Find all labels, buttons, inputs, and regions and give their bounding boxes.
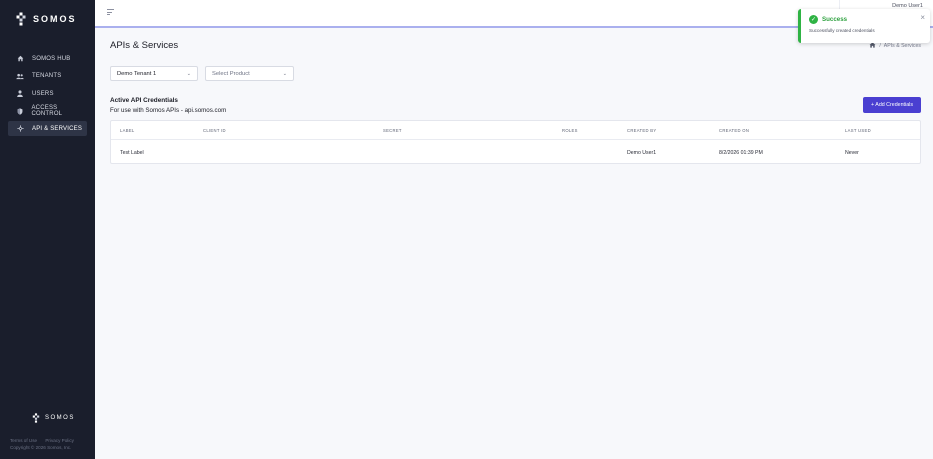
breadcrumb-separator: /	[879, 43, 881, 49]
sidebar-item-access-control[interactable]: ACCESS CONTROL	[8, 104, 87, 119]
sidebar-item-label: TENANTS	[32, 73, 62, 80]
close-icon[interactable]: ×	[920, 13, 925, 22]
brand-name: SOMOS	[33, 14, 77, 24]
sidebar-item-somos-hub[interactable]: SOMOS HUB	[8, 51, 87, 66]
sidebar-item-label: ACCESS CONTROL	[31, 105, 63, 118]
product-select[interactable]: Select Product ⌄	[205, 66, 294, 81]
terms-link[interactable]: Terms of Use	[10, 438, 37, 443]
user-icon	[15, 90, 25, 98]
column-header-last-used[interactable]: LAST USED	[845, 128, 871, 133]
credentials-table: LABEL CLIENT ID SECRET ROLES CREATED BY …	[110, 120, 921, 164]
sidebar-item-label: API & SERVICES	[32, 125, 83, 132]
somos-logo-icon	[16, 12, 26, 26]
column-header-secret[interactable]: SECRET	[383, 128, 402, 133]
somos-logo-icon	[32, 413, 40, 423]
column-header-client-id[interactable]: CLIENT ID	[203, 128, 226, 133]
column-header-label[interactable]: LABEL	[120, 128, 135, 133]
product-select-placeholder: Select Product	[212, 70, 250, 77]
sidebar-item-label: USERS	[32, 90, 54, 97]
chevron-down-icon: ⌄	[186, 70, 191, 77]
tenant-select-value: Demo Tenant 1	[117, 70, 157, 77]
home-icon[interactable]	[869, 42, 876, 50]
cell-created-on: 8/2/2026 01:39 PM	[719, 150, 763, 156]
section-title: Active API Credentials	[110, 97, 178, 104]
tenant-select[interactable]: Demo Tenant 1 ⌄	[110, 66, 198, 81]
column-header-created-on[interactable]: CREATED ON	[719, 128, 749, 133]
check-circle-icon: ✓	[809, 15, 818, 24]
footer-links: Terms of Use Privacy Policy Copyright © …	[10, 437, 81, 451]
chevron-down-icon: ⌄	[282, 70, 287, 77]
add-credentials-button[interactable]: + Add Credentials	[863, 97, 921, 113]
toast-title: Success	[822, 16, 848, 23]
table-header: LABEL CLIENT ID SECRET ROLES CREATED BY …	[111, 121, 920, 140]
success-toast: ✓ Success Successfully created credentia…	[798, 9, 930, 43]
breadcrumb: / APIs & Services	[869, 42, 921, 50]
privacy-link[interactable]: Privacy Policy	[45, 438, 74, 443]
footer-brand-logo: SOMOS	[31, 413, 75, 423]
api-icon	[15, 125, 25, 133]
breadcrumb-current: APIs & Services	[883, 43, 921, 49]
column-header-roles[interactable]: ROLES	[562, 128, 578, 133]
cell-last-used: Never	[845, 150, 859, 156]
copyright-text: Copyright © 2026 Somos, Inc.	[10, 445, 72, 450]
sidebar-item-tenants[interactable]: TENANTS	[8, 69, 87, 84]
cell-label: Test Label	[120, 150, 144, 156]
sidebar-item-label: SOMOS HUB	[32, 55, 71, 62]
brand-logo[interactable]: SOMOS	[14, 12, 77, 26]
home-icon	[15, 55, 25, 62]
shield-icon	[15, 108, 24, 115]
toast-message: Successfully created credentials	[809, 28, 875, 33]
section-subtitle: For use with Somos APIs - api.somos.com	[110, 107, 227, 114]
cell-created-by: Demo User1	[627, 150, 657, 156]
menu-toggle-icon[interactable]	[107, 9, 114, 17]
sidebar: SOMOS SOMOS HUB TENANTS USERS ACCESS CON…	[0, 0, 95, 459]
footer-brand-name: SOMOS	[45, 415, 75, 421]
sidebar-item-api-services[interactable]: API & SERVICES	[8, 121, 87, 137]
sidebar-nav: SOMOS HUB TENANTS USERS ACCESS CONTROL A…	[8, 51, 87, 139]
page-title: APIs & Services	[110, 40, 179, 51]
column-header-created-by[interactable]: CREATED BY	[627, 128, 656, 133]
sidebar-item-users[interactable]: USERS	[8, 86, 87, 101]
users-group-icon	[15, 73, 25, 80]
